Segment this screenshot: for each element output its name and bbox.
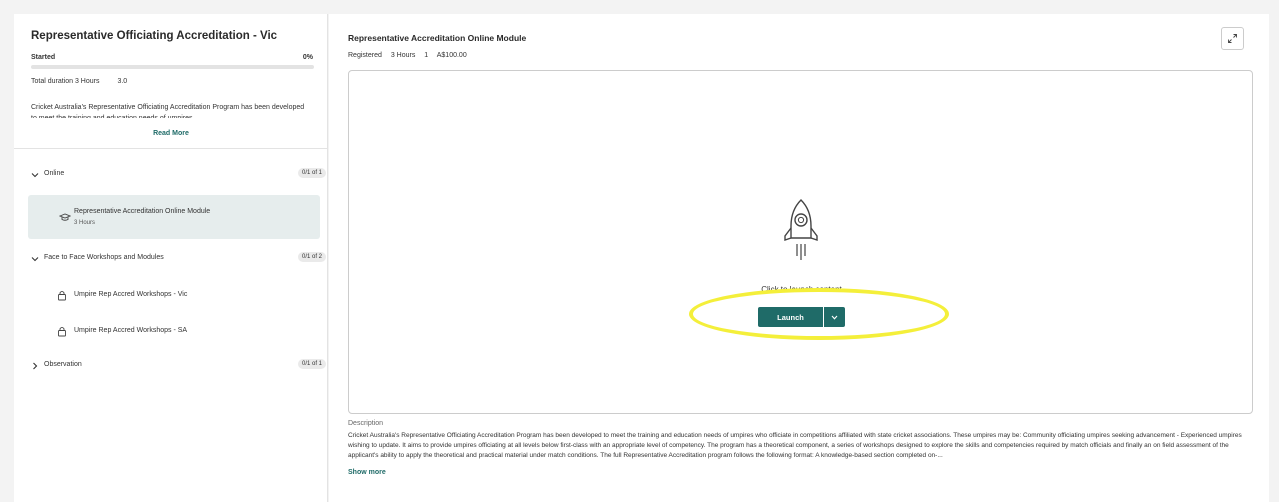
lock-icon xyxy=(58,326,66,337)
graduation-cap-icon xyxy=(59,213,71,221)
section-label: Online xyxy=(44,170,65,177)
description-label: Description xyxy=(348,420,384,427)
item-title: Umpire Rep Accred Workshops - Vic xyxy=(74,291,188,298)
divider xyxy=(14,148,328,149)
duration-row: Total duration 3 Hours 3.0 xyxy=(31,78,143,85)
course-outline-panel: Representative Officiating Accreditation… xyxy=(14,14,352,502)
meta-price: A$100.00 xyxy=(436,52,467,59)
module-description: Cricket Australia's Representative Offic… xyxy=(348,432,1242,459)
meta-duration: 3 Hours xyxy=(390,52,416,59)
section-face-to-face[interactable]: Face to Face Workshops and Modules 0/1 o… xyxy=(30,252,326,266)
duration-label: Total duration 3 Hours xyxy=(31,78,100,85)
content-panel: Representative Accreditation Online Modu… xyxy=(329,14,1269,502)
chevron-down-icon xyxy=(31,173,39,178)
chevron-right-icon xyxy=(33,362,38,370)
launch-prompt: Click to launch content xyxy=(761,285,842,294)
content-player-frame: Click to launch content Launch xyxy=(348,70,1253,414)
course-description: Cricket Australia's Representative Offic… xyxy=(31,104,305,118)
section-count: 0/1 of 1 xyxy=(297,359,326,369)
expand-icon xyxy=(1228,34,1237,43)
launch-button-group: Launch xyxy=(758,307,845,327)
show-more-link[interactable]: Show more xyxy=(348,469,386,476)
launch-options-dropdown[interactable] xyxy=(823,307,845,327)
duration-value: 3.0 xyxy=(117,78,128,85)
item-title: Representative Accreditation Online Modu… xyxy=(74,208,211,215)
section-count: 0/1 of 2 xyxy=(297,252,326,262)
section-label: Face to Face Workshops and Modules xyxy=(44,254,164,261)
module-meta: Registered 3 Hours 1 A$100.00 xyxy=(348,52,474,59)
chevron-down-icon xyxy=(831,315,838,320)
meta-status: Registered xyxy=(348,52,382,59)
rocket-icon xyxy=(784,199,818,260)
read-more-link[interactable]: Read More xyxy=(14,130,328,137)
progress-status: Started xyxy=(31,54,56,61)
list-item-workshop-sa[interactable]: Umpire Rep Accred Workshops - SA xyxy=(28,312,320,356)
chevron-down-icon xyxy=(31,257,39,262)
launch-button[interactable]: Launch xyxy=(758,307,823,327)
section-count: 0/1 of 1 xyxy=(297,168,326,178)
item-subtitle: 3 Hours xyxy=(74,220,96,226)
item-title: Umpire Rep Accred Workshops - SA xyxy=(74,327,188,334)
progress-percent: 0% xyxy=(302,54,313,61)
list-item-online-module[interactable]: Representative Accreditation Online Modu… xyxy=(28,195,320,239)
expand-button[interactable] xyxy=(1221,27,1244,50)
lock-icon xyxy=(58,290,66,301)
section-online[interactable]: Online 0/1 of 1 xyxy=(30,168,326,182)
module-title: Representative Accreditation Online Modu… xyxy=(348,33,527,43)
course-title: Representative Officiating Accreditation… xyxy=(31,30,278,42)
section-observation[interactable]: Observation 0/1 of 1 xyxy=(30,359,326,373)
section-label: Observation xyxy=(44,361,82,368)
progress-bar xyxy=(31,65,314,69)
meta-count: 1 xyxy=(424,52,429,59)
